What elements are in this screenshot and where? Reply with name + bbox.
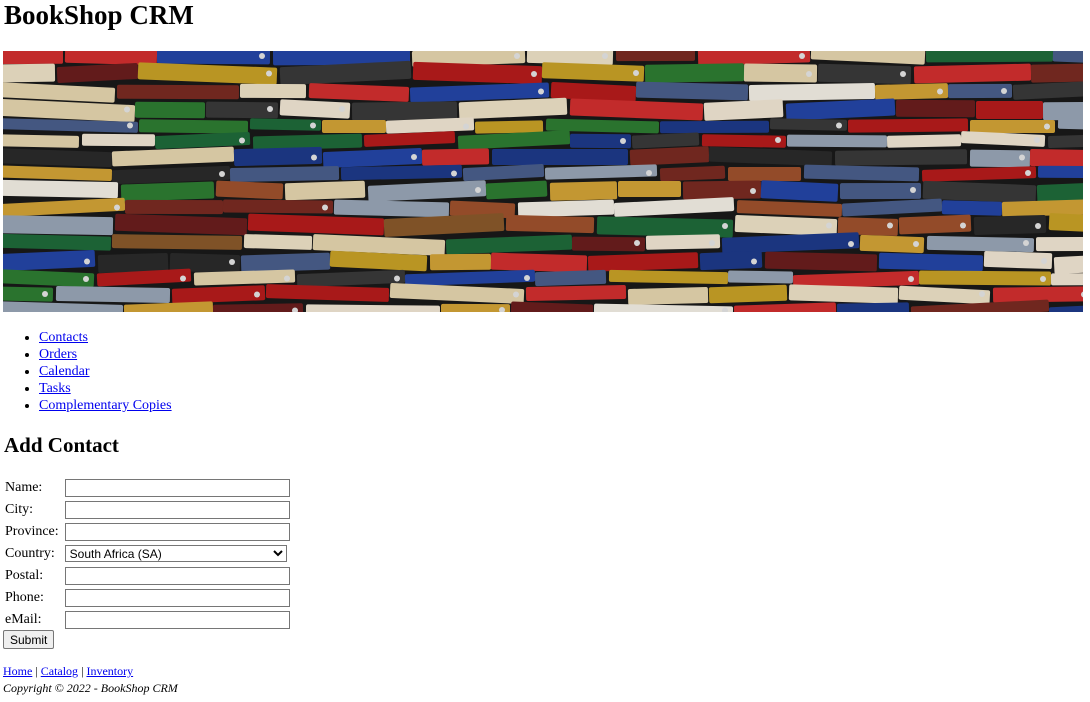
- form-row-postal: Postal:: [5, 566, 290, 586]
- copyright-text: Copyright © 2022 - BookShop CRM: [3, 681, 178, 695]
- email-label: eMail:: [5, 612, 42, 627]
- form-row-province: Province:: [5, 522, 290, 542]
- nav-item-contacts: Contacts: [39, 329, 172, 346]
- city-label: City:: [5, 502, 34, 517]
- footer-link-home[interactable]: Home: [3, 664, 32, 678]
- books-banner-image: [3, 51, 1083, 312]
- city-input[interactable]: [64, 500, 290, 519]
- form-heading: Add Contact: [4, 433, 119, 457]
- add-contact-form: Name: City: Province: Country: South Afr…: [3, 476, 292, 632]
- footer-link-catalog[interactable]: Catalog: [41, 664, 78, 678]
- phone-input[interactable]: [64, 588, 290, 607]
- main-nav: Contacts Orders Calendar Tasks Complemen…: [0, 329, 172, 414]
- nav-item-complementary-copies: Complementary Copies: [39, 397, 172, 414]
- footer-links: Home | Catalog | Inventory: [3, 664, 133, 679]
- footer-separator: |: [35, 664, 38, 678]
- country-select[interactable]: South Africa (SA): [64, 545, 287, 562]
- form-row-email: eMail:: [5, 610, 290, 630]
- province-input[interactable]: [64, 522, 290, 541]
- footer-separator: |: [81, 664, 84, 678]
- country-label: Country:: [5, 546, 55, 561]
- email-input[interactable]: [64, 610, 290, 629]
- page-title: BookShop CRM: [4, 0, 194, 30]
- province-label: Province:: [5, 524, 59, 539]
- footer-link-inventory[interactable]: Inventory: [86, 664, 133, 678]
- nav-link-tasks[interactable]: Tasks: [39, 381, 71, 396]
- form-row-name: Name:: [5, 478, 290, 498]
- name-label: Name:: [5, 480, 43, 495]
- nav-link-calendar[interactable]: Calendar: [39, 364, 90, 379]
- postal-label: Postal:: [5, 568, 44, 583]
- postal-input[interactable]: [64, 566, 290, 585]
- form-row-country: Country: South Africa (SA): [5, 544, 290, 564]
- nav-item-orders: Orders: [39, 346, 172, 363]
- form-row-phone: Phone:: [5, 588, 290, 608]
- phone-label: Phone:: [5, 590, 44, 605]
- form-row-city: City:: [5, 500, 290, 520]
- nav-item-tasks: Tasks: [39, 380, 172, 397]
- submit-button[interactable]: Submit: [3, 630, 55, 649]
- nav-item-calendar: Calendar: [39, 363, 172, 380]
- nav-link-complementary-copies[interactable]: Complementary Copies: [39, 398, 172, 413]
- nav-link-orders[interactable]: Orders: [39, 347, 77, 362]
- name-input[interactable]: [64, 478, 290, 497]
- nav-link-contacts[interactable]: Contacts: [39, 330, 88, 345]
